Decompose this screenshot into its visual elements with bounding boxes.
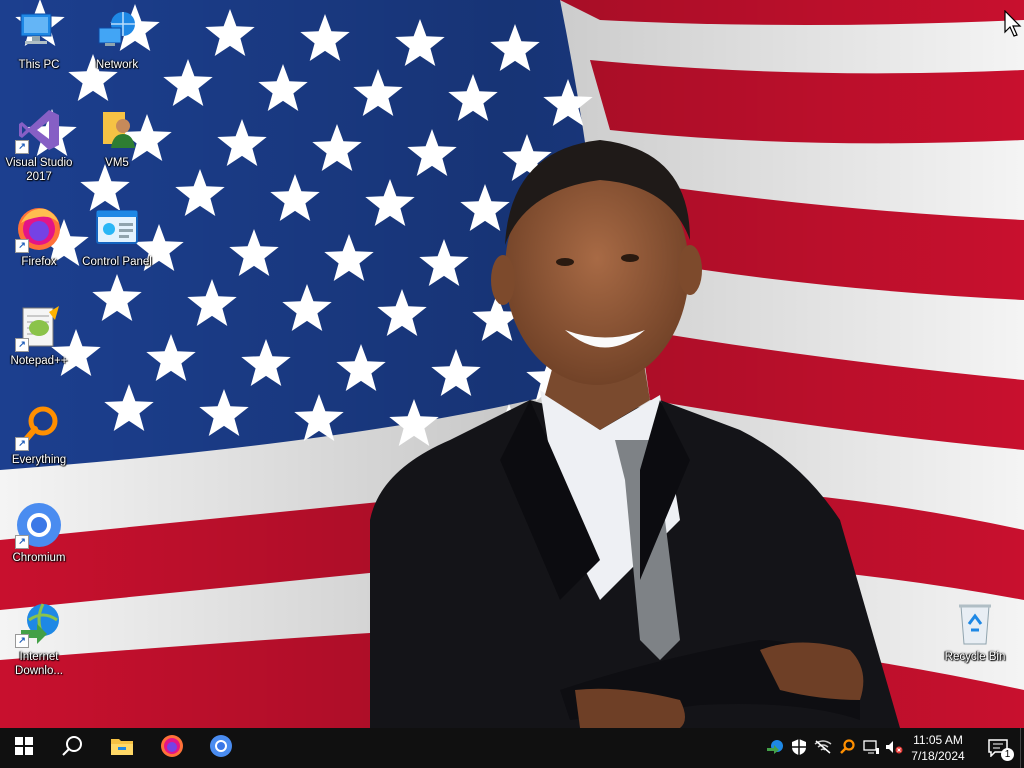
icon-label: This PC bbox=[18, 59, 60, 71]
idm-icon: ↗ bbox=[15, 600, 63, 648]
network-icon bbox=[93, 8, 141, 56]
icon-label: Internet Downlo... bbox=[15, 651, 63, 677]
windows-start-icon bbox=[15, 736, 33, 760]
clock-date: 7/18/2024 bbox=[911, 749, 965, 763]
icon-label: Visual Studio 2017 bbox=[5, 157, 73, 183]
firefox-icon: ↗ bbox=[15, 205, 63, 253]
desktop-icon-vm5[interactable]: VM5 bbox=[78, 106, 156, 170]
computer-icon bbox=[15, 8, 63, 56]
everything-tray-icon[interactable] bbox=[838, 738, 856, 756]
desktop-icon-recycle-bin[interactable]: Recycle Bin bbox=[936, 600, 1014, 664]
icon-label: Everything bbox=[11, 454, 67, 466]
desktop-icon-network[interactable]: Network bbox=[78, 8, 156, 72]
user-folder-icon bbox=[93, 106, 141, 154]
visual-studio-icon: ↗ bbox=[15, 106, 63, 154]
icon-label: Firefox bbox=[21, 256, 57, 268]
everything-search-icon: ↗ bbox=[15, 403, 63, 451]
desktop-icon-this-pc[interactable]: This PC bbox=[0, 8, 78, 72]
desktop-icon-everything[interactable]: ↗ Everything bbox=[0, 403, 78, 467]
notification-count-badge: 1 bbox=[1001, 748, 1014, 761]
chromium-icon bbox=[209, 734, 233, 763]
shortcut-arrow-icon: ↗ bbox=[15, 239, 29, 253]
start-button[interactable] bbox=[0, 728, 48, 768]
shortcut-arrow-icon: ↗ bbox=[15, 634, 29, 648]
desktop-icon-firefox[interactable]: ↗ Firefox bbox=[0, 205, 78, 269]
security-shield-icon[interactable] bbox=[790, 738, 808, 756]
notepadpp-icon: ↗ bbox=[15, 304, 63, 352]
firefox-icon bbox=[160, 734, 184, 763]
desktop-icon-chromium[interactable]: ↗ Chromium bbox=[0, 501, 78, 565]
shortcut-arrow-icon: ↗ bbox=[15, 437, 29, 451]
shortcut-arrow-icon: ↗ bbox=[15, 535, 29, 549]
icon-label: Recycle Bin bbox=[944, 651, 1006, 663]
chromium-icon: ↗ bbox=[15, 501, 63, 549]
volume-muted-icon[interactable] bbox=[885, 738, 903, 756]
icon-label: VM5 bbox=[105, 157, 129, 169]
taskbar-file-explorer[interactable] bbox=[98, 728, 146, 768]
mouse-pointer-icon bbox=[1004, 9, 1022, 43]
network-icon[interactable] bbox=[862, 738, 880, 756]
icon-label: Notepad++ bbox=[10, 355, 68, 367]
icon-label: Network bbox=[95, 59, 139, 71]
network-disconnected-icon[interactable] bbox=[814, 738, 832, 756]
shortcut-arrow-icon: ↗ bbox=[15, 140, 29, 154]
search-button[interactable] bbox=[48, 728, 96, 768]
desktop-icon-notepadpp[interactable]: ↗ Notepad++ bbox=[0, 304, 78, 368]
taskbar-firefox[interactable] bbox=[148, 728, 196, 768]
shortcut-arrow-icon: ↗ bbox=[15, 338, 29, 352]
idm-tray-icon[interactable] bbox=[766, 738, 784, 756]
control-panel-icon bbox=[93, 205, 141, 253]
desktop-icon-internet-download-manager[interactable]: ↗ Internet Downlo... bbox=[0, 600, 78, 678]
system-clock[interactable]: 11:05 AM 7/18/2024 bbox=[904, 732, 972, 764]
desktop-icon-visual-studio[interactable]: ↗ Visual Studio 2017 bbox=[0, 106, 78, 184]
desktop-icon-control-panel[interactable]: Control Panel bbox=[78, 205, 156, 269]
notification-icon: 1 bbox=[988, 739, 1014, 761]
search-icon bbox=[61, 735, 83, 762]
recycle-bin-icon bbox=[951, 600, 999, 648]
file-explorer-icon bbox=[110, 736, 134, 761]
icon-label: Control Panel bbox=[82, 256, 152, 268]
taskbar-chromium[interactable] bbox=[197, 728, 245, 768]
notification-center-button[interactable]: 1 bbox=[976, 728, 1020, 768]
icon-label: Chromium bbox=[12, 552, 66, 564]
taskbar: 11:05 AM 7/18/2024 1 bbox=[0, 728, 1024, 768]
show-desktop-button[interactable] bbox=[1020, 728, 1024, 768]
clock-time: 11:05 AM bbox=[913, 733, 963, 747]
